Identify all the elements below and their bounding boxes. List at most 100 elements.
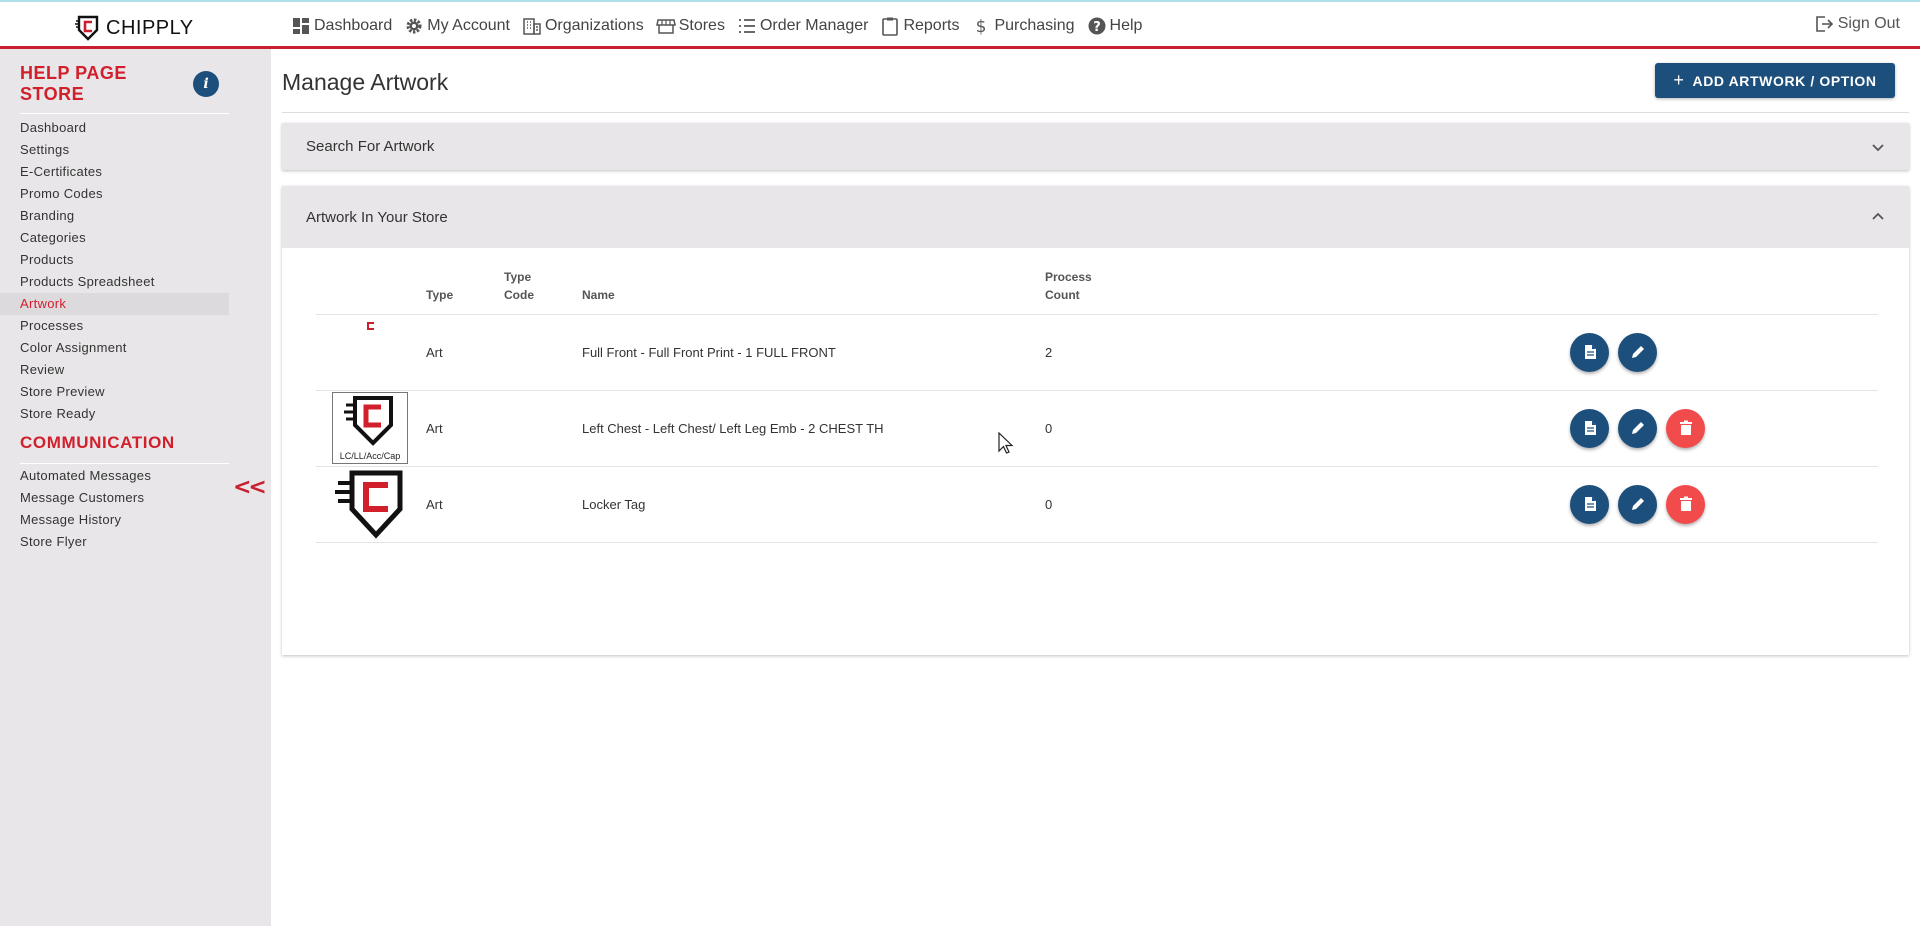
col-thumbnail [316, 248, 426, 315]
store-icon [655, 19, 676, 34]
copy-button[interactable] [1570, 332, 1609, 372]
col-type-code-line1: Type [504, 269, 532, 284]
artwork-thumbnail [316, 314, 426, 391]
store-menu: Dashboard Settings E-Certificates Promo … [0, 117, 229, 425]
nav-order-manager-label: Order Manager [759, 17, 869, 34]
nav-help[interactable]: ? Help [1086, 14, 1154, 38]
nav-order-manager[interactable]: Order Manager [736, 14, 880, 38]
edit-button[interactable] [1618, 408, 1657, 448]
sidebar-divider [20, 113, 229, 114]
dollar-icon: $ [976, 17, 987, 36]
artwork-thumbnail: LC/LL/Acc/Cap [316, 390, 426, 467]
row-name: Left Chest - Left Chest/ Left Leg Emb - … [582, 390, 1045, 467]
edit-button[interactable] [1618, 332, 1657, 372]
col-process-count: Process Count [1045, 248, 1570, 315]
chest-logo-thumbnail: LC/LL/Acc/Cap [332, 392, 408, 464]
edit-button[interactable] [1618, 484, 1657, 524]
col-name: Name [582, 248, 1045, 315]
info-button[interactable]: i [193, 71, 219, 97]
nav-my-account[interactable]: My Account [403, 14, 521, 38]
nav-purchasing[interactable]: $ Purchasing [970, 14, 1085, 38]
sidebar-item-message-history[interactable]: Message History [0, 509, 229, 531]
table-row: LC/LL/Acc/Cap Art Left Chest - Left Ches… [316, 390, 1878, 467]
sidebar-item-message-customers[interactable]: Message Customers [0, 487, 229, 509]
sidebar-divider [20, 463, 229, 464]
chevron-up-icon [1872, 212, 1884, 220]
copy-button[interactable] [1570, 408, 1609, 448]
sidebar-item-categories[interactable]: Categories [0, 227, 229, 249]
chipply-shield-logo-icon [344, 396, 393, 446]
add-artwork-button[interactable]: + ADD ARTWORK / OPTION [1655, 63, 1895, 98]
sidebar-item-artwork[interactable]: Artwork [0, 293, 229, 315]
sign-out-label: Sign Out [1837, 15, 1900, 32]
small-logo-thumbnail [366, 319, 376, 330]
gear-icon [406, 18, 422, 34]
row-type-code [504, 314, 582, 391]
row-type: Art [426, 466, 504, 543]
svg-text:$: $ [976, 17, 987, 36]
sidebar-item-processes[interactable]: Processes [0, 315, 229, 337]
top-navbar: CHIPPLY Dashboard My Account Organizatio… [0, 0, 1920, 49]
pencil-icon [1631, 346, 1644, 358]
copy-icon [1584, 497, 1596, 511]
building-icon [523, 18, 541, 35]
col-type-code: Type Code [504, 248, 582, 315]
sidebar-item-store-flyer[interactable]: Store Flyer [0, 531, 229, 553]
copy-icon [1584, 345, 1596, 359]
table-row: Art Full Front - Full Front Print - 1 FU… [316, 314, 1878, 391]
nav-stores[interactable]: Stores [655, 14, 736, 38]
page-title: Manage Artwork [282, 69, 449, 95]
row-name: Locker Tag [582, 466, 1045, 543]
help-icon: ? [1088, 17, 1106, 35]
collapse-sidebar-button[interactable]: << [233, 475, 267, 500]
trash-icon [1679, 496, 1692, 511]
sidebar: HELP PAGE STORE i Dashboard Settings E-C… [0, 49, 271, 926]
row-type-code [504, 390, 582, 467]
nav-organizations[interactable]: Organizations [521, 14, 655, 38]
sidebar-item-branding[interactable]: Branding [0, 205, 229, 227]
delete-button[interactable] [1666, 484, 1705, 524]
communication-menu: Automated Messages Message Customers Mes… [0, 465, 229, 553]
search-artwork-header[interactable]: Search For Artwork [282, 123, 1909, 170]
sign-out-button[interactable]: Sign Out [1814, 14, 1900, 34]
row-type: Art [426, 314, 504, 391]
row-process-count: 0 [1045, 466, 1570, 543]
nav-dashboard[interactable]: Dashboard [290, 14, 403, 38]
sidebar-item-e-certificates[interactable]: E-Certificates [0, 161, 229, 183]
logo-shield-icon [75, 15, 99, 41]
nav-organizations-label: Organizations [544, 17, 644, 34]
locker-tag-thumbnail [330, 469, 410, 539]
col-process-count-line2: Count [1045, 287, 1080, 302]
nav-reports[interactable]: Reports [879, 14, 970, 38]
plus-icon: + [1673, 70, 1685, 90]
sidebar-item-color-assignment[interactable]: Color Assignment [0, 337, 229, 359]
chipply-logo[interactable]: CHIPPLY [74, 14, 194, 42]
clipboard-icon [882, 17, 899, 36]
sidebar-item-products-spreadsheet[interactable]: Products Spreadsheet [0, 271, 229, 293]
delete-button[interactable] [1666, 408, 1705, 448]
row-name: Full Front - Full Front Print - 1 FULL F… [582, 314, 1045, 391]
title-divider [282, 112, 1909, 113]
main-content: Manage Artwork + ADD ARTWORK / OPTION Se… [271, 49, 1920, 926]
search-artwork-panel[interactable]: Search For Artwork [282, 123, 1909, 170]
sidebar-item-store-ready[interactable]: Store Ready [0, 403, 229, 425]
sidebar-item-automated-messages[interactable]: Automated Messages [0, 465, 229, 487]
sidebar-item-promo-codes[interactable]: Promo Codes [0, 183, 229, 205]
sidebar-item-store-preview[interactable]: Store Preview [0, 381, 229, 403]
artwork-in-store-header[interactable]: Artwork In Your Store [282, 186, 1909, 248]
copy-button[interactable] [1570, 484, 1609, 524]
col-type-code-line2: Code [504, 287, 534, 302]
thumbnail-caption: LC/LL/Acc/Cap [339, 451, 401, 461]
sidebar-item-dashboard[interactable]: Dashboard [0, 117, 229, 139]
row-actions [1570, 314, 1878, 391]
row-actions [1570, 466, 1878, 543]
table-row: Art Locker Tag 0 [316, 466, 1878, 543]
trash-icon [1679, 420, 1692, 435]
row-process-count: 2 [1045, 314, 1570, 391]
sidebar-item-products[interactable]: Products [0, 249, 229, 271]
sidebar-item-review[interactable]: Review [0, 359, 229, 381]
brand-name: CHIPPLY [106, 16, 194, 39]
row-type: Art [426, 390, 504, 467]
nav-help-label: Help [1109, 17, 1143, 34]
sidebar-item-settings[interactable]: Settings [0, 139, 229, 161]
